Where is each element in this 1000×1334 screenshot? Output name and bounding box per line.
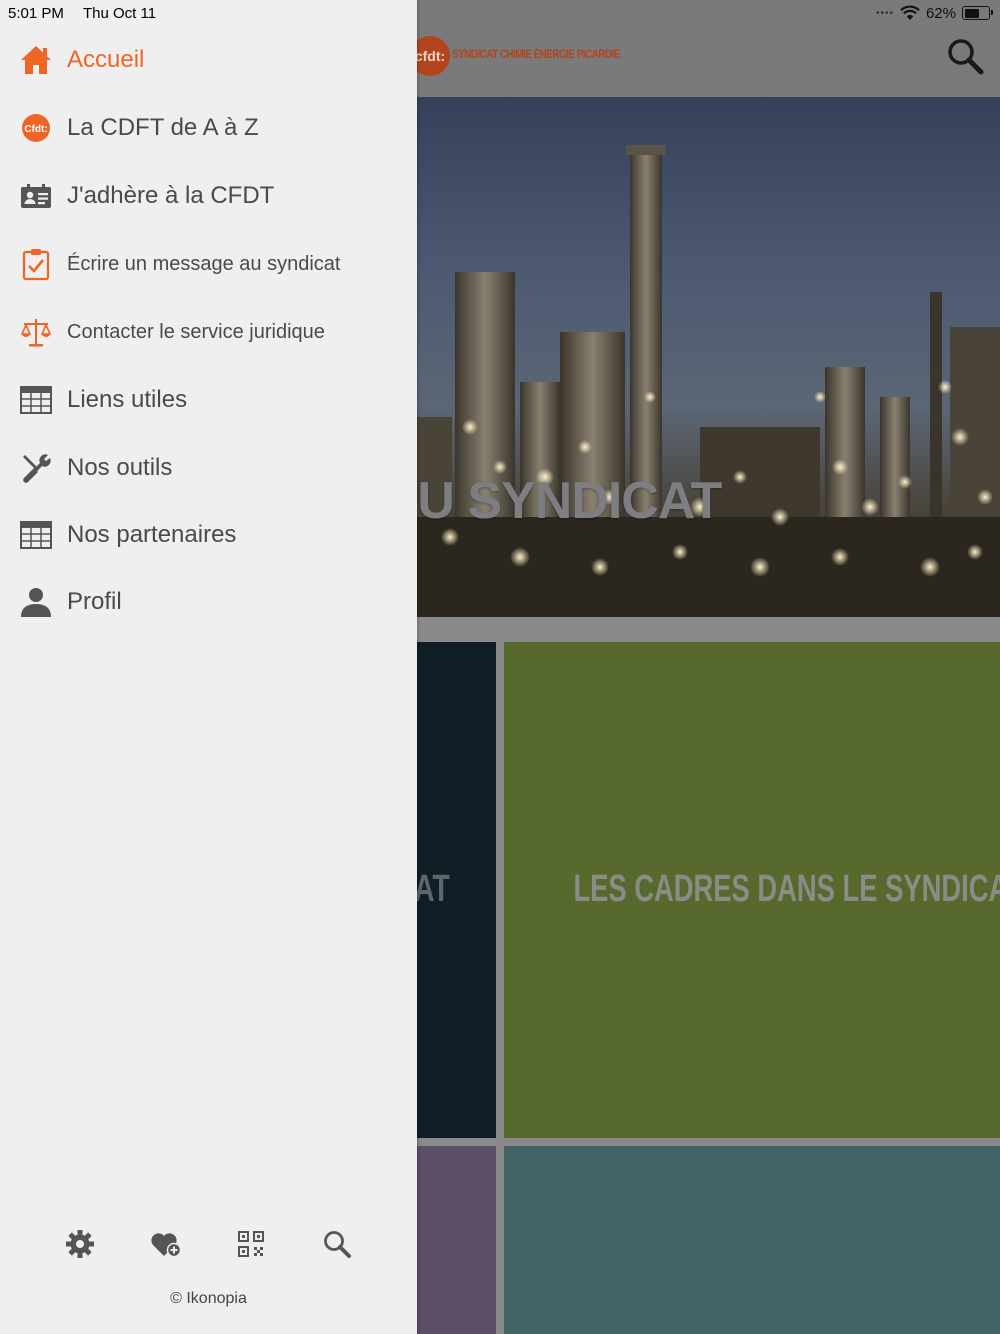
wifi-icon [900, 5, 920, 20]
cfdt-logo-icon: Cfdt: [18, 110, 54, 146]
battery-icon [962, 6, 993, 20]
tile-teal[interactable] [504, 1146, 1000, 1334]
menu-item-message[interactable]: Écrire un message au syndicat [0, 234, 417, 294]
menu-item-label: J'adhère à la CFDT [67, 182, 275, 209]
qr-code-button[interactable] [233, 1226, 269, 1262]
battery-level [964, 8, 979, 18]
menu-item-accueil[interactable]: Accueil [0, 30, 417, 90]
gear-icon [66, 1230, 94, 1258]
tile-label: LES CADRES DANS LE SYNDICAT [573, 868, 1000, 910]
menu-item-label: Accueil [67, 46, 145, 73]
settings-button[interactable] [62, 1226, 98, 1262]
user-icon [18, 584, 54, 620]
menu-item-partenaires[interactable]: Nos partenaires [0, 505, 417, 565]
qr-code-icon [238, 1231, 264, 1257]
menu-item-label: Nos partenaires [67, 521, 237, 548]
menu-item-label: Profil [67, 588, 122, 615]
menu-item-label: La CDFT de A à Z [67, 114, 259, 141]
status-time: 5:01 PM [8, 5, 64, 22]
app-logo-text: SYNDICAT CHIMIE ÉNERGIE PICARDIE [452, 47, 620, 61]
clipboard-check-icon [18, 246, 54, 282]
menu-item-outils[interactable]: Nos outils [0, 438, 417, 498]
table-icon [18, 517, 54, 553]
copyright-text: © Ikonopia [170, 1290, 247, 1307]
menu-item-cfdt-a-z[interactable]: Cfdt: La CDFT de A à Z [0, 98, 417, 158]
status-date: Thu Oct 11 [83, 5, 157, 22]
menu-item-label: Écrire un message au syndicat [67, 253, 341, 275]
scales-icon [18, 314, 54, 350]
menu-item-label: Nos outils [67, 454, 173, 481]
search-icon [324, 1231, 351, 1258]
header-search-button[interactable] [945, 36, 985, 76]
menu-item-adhere[interactable]: J'adhère à la CFDT [0, 166, 417, 226]
table-icon [18, 382, 54, 418]
status-bar: 5:01 PM Thu Oct 11 •••• 62% [0, 0, 1000, 26]
home-icon [18, 42, 54, 78]
tile-label: AT [414, 868, 450, 910]
search-button[interactable] [319, 1226, 355, 1262]
status-indicators: •••• 62% [875, 4, 993, 22]
menu-item-label: Contacter le service juridique [67, 321, 325, 343]
battery-percent: 62% [925, 4, 956, 22]
signal-dots-icon: •••• [875, 7, 894, 19]
tile-cadres[interactable]: LES CADRES DANS LE SYNDICAT [504, 642, 1000, 1138]
tools-icon [18, 450, 54, 486]
menu-item-liens-utiles[interactable]: Liens utiles [0, 370, 417, 430]
svg-text:Cfdt:: Cfdt: [24, 124, 47, 135]
search-icon [948, 39, 984, 75]
heart-add-icon [151, 1233, 182, 1258]
menu-item-profil[interactable]: Profil [0, 572, 417, 632]
id-card-icon [18, 178, 54, 214]
favorites-button[interactable] [148, 1226, 184, 1262]
menu-item-juridique[interactable]: Contacter le service juridique [0, 302, 417, 362]
menu-item-label: Liens utiles [67, 386, 188, 413]
side-drawer: Accueil Cfdt: La CDFT de A à Z J'adhère … [0, 0, 417, 1334]
drawer-toolbar [0, 1222, 417, 1268]
